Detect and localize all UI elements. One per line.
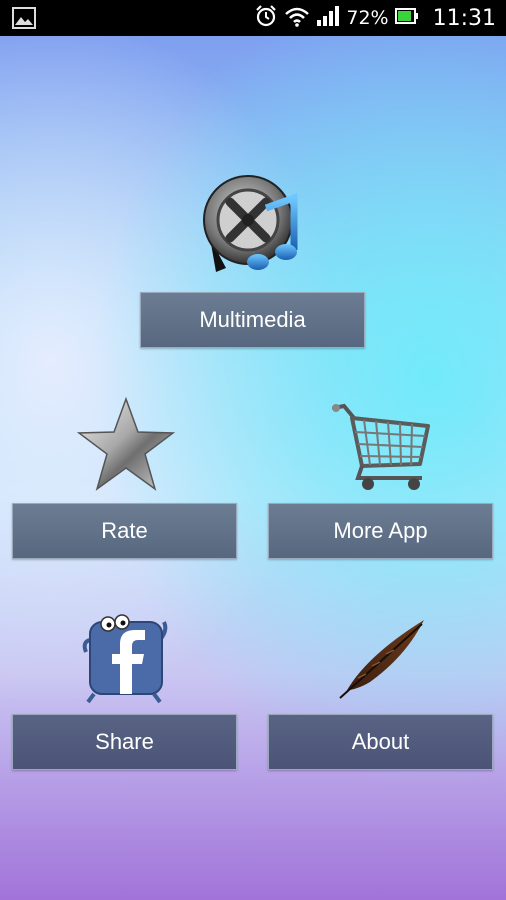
status-bar: 72% 11:31 [0, 0, 506, 36]
about-button[interactable]: About [268, 714, 493, 770]
battery-percent: 72% [346, 7, 389, 29]
film-reel-music-icon[interactable] [202, 168, 302, 283]
facebook-mascot-icon[interactable] [80, 612, 172, 709]
alarm-icon [254, 4, 278, 33]
rate-button[interactable]: Rate [12, 503, 237, 559]
star-icon[interactable] [76, 396, 176, 497]
feather-icon[interactable] [336, 616, 432, 707]
battery-icon [394, 7, 419, 30]
shopping-cart-icon[interactable] [330, 402, 434, 497]
multimedia-button[interactable]: Multimedia [140, 292, 365, 348]
share-button[interactable]: Share [12, 714, 237, 770]
gallery-icon [12, 7, 36, 34]
clock: 11:31 [432, 5, 496, 31]
signal-icon [316, 5, 340, 32]
wifi-icon [284, 5, 310, 32]
more-app-button[interactable]: More App [268, 503, 493, 559]
